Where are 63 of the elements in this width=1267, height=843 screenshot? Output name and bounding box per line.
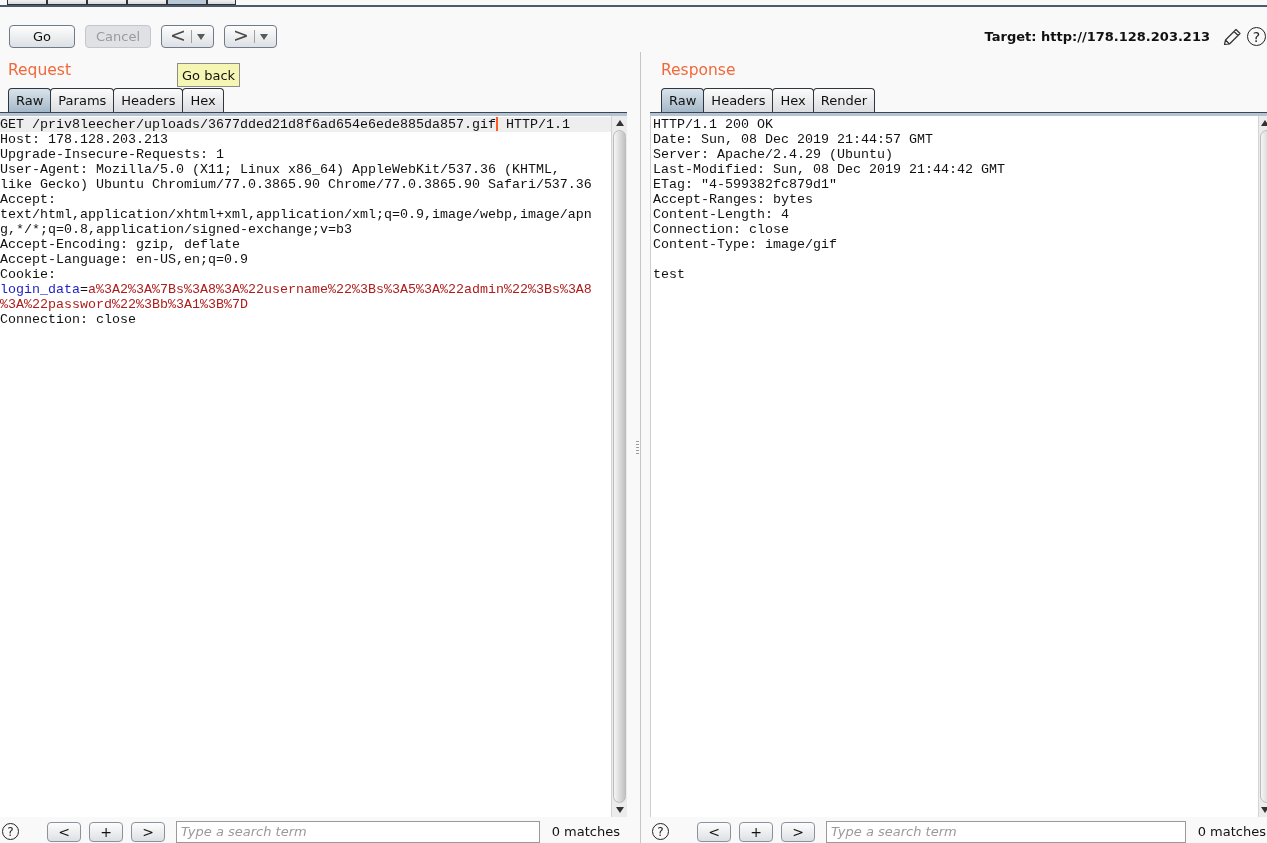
code-line: Last-Modified: Sun, 08 Dec 2019 21:44:42 GMT xyxy=(653,162,1006,177)
caret-icon xyxy=(196,33,205,40)
code-line: Accept-Encoding: gzip, deflate xyxy=(0,237,241,252)
pane-title: Request xyxy=(8,60,71,81)
tab[interactable]: Params xyxy=(50,88,115,112)
text-cursor-icon xyxy=(495,117,498,131)
tooltip: Go back xyxy=(177,63,241,87)
match-count: 0 matches xyxy=(551,824,620,839)
tab[interactable]: Hex xyxy=(182,88,224,112)
code-line: Content-Length: 4 xyxy=(653,207,790,222)
next-match-button[interactable]: > xyxy=(131,821,165,842)
code-line: User-Agent: Mozilla/5.0 (X11; Linux x86_64) AppleWebKit/537.36 (KHTML, xyxy=(0,162,561,177)
code-line: Server: Apache/2.4.29 (Ubuntu) xyxy=(653,147,894,162)
cut-off-tab[interactable] xyxy=(207,0,236,5)
code-line: Date: Sun, 08 Dec 2019 21:44:57 GMT xyxy=(653,132,934,147)
code-line: Connection: close xyxy=(0,312,137,327)
previous-match-button[interactable]: < xyxy=(47,821,81,842)
code-line: Host: 178.128.203.213 xyxy=(0,132,169,147)
tab[interactable]: Raw xyxy=(661,88,705,112)
code-line: text/html,application/xhtml+xml,application/xml;q=0.9,image/webp,image/apn xyxy=(0,207,593,222)
code-line: Accept-Ranges: bytes xyxy=(653,192,814,207)
message-editor[interactable] xyxy=(0,116,627,817)
code-line: login_data=a%3A2%3A%7Bs%3A8%3A%22username%22%3Bs%3A5%3A%22admin%22%3Bs%3A8 xyxy=(0,282,593,297)
cut-off-tab[interactable] xyxy=(47,0,87,5)
search-field[interactable]: Type a search term xyxy=(826,820,1186,843)
cut-off-tab[interactable] xyxy=(87,0,127,5)
code-line: g,*/*;q=0.8,application/signed-exchange;v=b3 xyxy=(0,222,353,237)
next-match-button[interactable]: > xyxy=(781,821,815,842)
code-line: like Gecko) Ubuntu Chromium/77.0.3865.90 Chrome/77.0.3865.90 Safari/537.36 xyxy=(0,177,593,192)
search-options-button[interactable]: + xyxy=(739,821,773,842)
vertical-scrollbar[interactable] xyxy=(611,116,627,817)
search-options-button[interactable]: + xyxy=(89,821,123,842)
search-field[interactable]: Type a search term xyxy=(176,820,540,843)
go-button[interactable]: Go xyxy=(9,25,75,48)
code-line: Accept-Language: en-US,en;q=0.9 xyxy=(0,252,249,267)
tab[interactable]: Render xyxy=(812,88,875,112)
target-label: Target: http://178.128.203.213 xyxy=(984,29,1210,44)
code-line: Accept: xyxy=(0,192,57,207)
back-button[interactable]: < xyxy=(161,25,214,48)
code-line: HTTP/1.1 200 OK xyxy=(653,117,774,132)
caret-icon xyxy=(259,33,268,40)
pane-title: Response xyxy=(661,60,736,81)
code-line: Cookie: xyxy=(0,267,57,282)
tab[interactable]: Headers xyxy=(703,88,774,112)
previous-match-button[interactable]: < xyxy=(697,821,731,842)
tab[interactable]: Raw xyxy=(8,88,52,112)
cut-off-tab[interactable] xyxy=(7,0,47,5)
tab[interactable]: Hex xyxy=(772,88,814,112)
forward-button[interactable]: > xyxy=(224,25,277,48)
code-text: GET /priv8leecher/uploads/3677dded21d8f6ad654e6ede885da857.gif xyxy=(0,117,496,132)
code-line: Upgrade-Insecure-Requests: 1 xyxy=(0,147,225,162)
code-line: ETag: "4-599382fc879d1" xyxy=(653,177,838,192)
cut-off-tab[interactable] xyxy=(167,0,207,5)
pencil-icon[interactable] xyxy=(1222,27,1242,46)
code-line: test xyxy=(653,267,686,282)
code-line: %3A%22password%22%3Bb%3A1%3B%7D xyxy=(0,297,249,312)
match-count: 0 matches xyxy=(1197,824,1266,839)
code-line: Connection: close xyxy=(653,222,790,237)
tab[interactable]: Headers xyxy=(113,88,184,112)
code-text: HTTP/1.1 xyxy=(504,117,570,132)
cut-off-tab[interactable] xyxy=(127,0,167,5)
code-line: Content-Type: image/gif xyxy=(653,237,838,252)
vertical-scrollbar[interactable] xyxy=(1258,116,1267,817)
